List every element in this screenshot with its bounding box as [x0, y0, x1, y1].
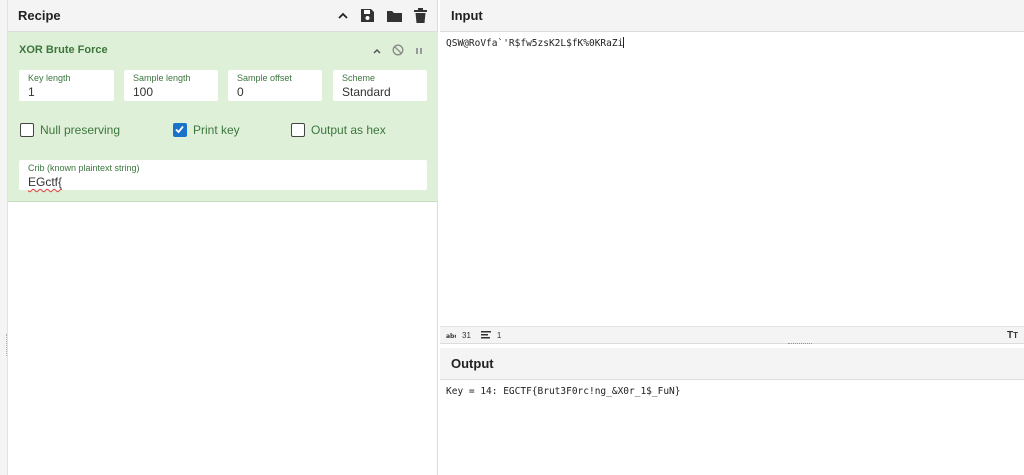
sample-offset-field[interactable]: Sample offset 0	[228, 70, 322, 101]
save-icon[interactable]	[360, 8, 375, 23]
print-key-box[interactable]	[173, 123, 187, 137]
key-length-label: Key length	[28, 73, 71, 83]
print-key-checkbox[interactable]: Print key	[173, 123, 240, 137]
scheme-label: Scheme	[342, 73, 376, 83]
input-header: Input	[440, 0, 1024, 32]
sample-length-value[interactable]: 100	[133, 84, 218, 100]
null-preserving-checkbox[interactable]: Null preserving	[20, 123, 120, 137]
char-count-stat: abc 31	[446, 331, 471, 340]
output-text: Key = 14: EGCTF{Brut3F0rc!ng_&X0r_1$_FuN…	[446, 386, 681, 397]
output-title: Output	[451, 356, 494, 371]
output-as-hex-box[interactable]	[291, 123, 305, 137]
key-length-value[interactable]: 1	[28, 84, 114, 100]
io-resize-handle[interactable]	[788, 343, 812, 344]
key-length-field[interactable]: Key length 1	[19, 70, 114, 101]
print-key-label: Print key	[193, 123, 240, 137]
sample-offset-value[interactable]: 0	[237, 84, 322, 100]
text-caret	[623, 37, 625, 48]
operation-title: XOR Brute Force	[19, 44, 108, 56]
collapse-operation-icon[interactable]	[372, 43, 382, 61]
line-count: 1	[496, 330, 502, 340]
recipe-pane: Recipe XOR Brute Force Key length 1 Samp…	[8, 0, 438, 475]
line-count-stat: 1	[480, 330, 502, 340]
input-status-bar: abc 31 1 TT	[440, 326, 1024, 344]
null-preserving-label: Null preserving	[40, 123, 121, 137]
disable-operation-icon[interactable]	[392, 43, 404, 61]
output-pane-header-wrap: Output	[440, 348, 1024, 380]
svg-text:abc: abc	[446, 333, 456, 339]
xor-brute-force-operation: XOR Brute Force Key length 1 Sample leng…	[8, 32, 438, 202]
recipe-header: Recipe	[8, 0, 437, 32]
crib-label: Crib (known plaintext string)	[28, 163, 140, 173]
input-textarea[interactable]: QSW@RoVfa`'R$fw5zsK2L$fK%0KRaZi	[440, 32, 1024, 326]
trash-icon[interactable]	[414, 8, 427, 23]
scheme-value[interactable]: Standard	[342, 84, 427, 100]
pause-operation-icon[interactable]	[414, 43, 424, 61]
output-as-hex-label: Output as hex	[311, 123, 386, 137]
input-text: QSW@RoVfa`'R$fw5zsK2L$fK%0KRaZi	[446, 38, 624, 49]
sample-offset-label: Sample offset	[237, 73, 292, 83]
char-count: 31	[462, 330, 471, 340]
chevron-up-icon[interactable]	[337, 10, 349, 22]
crib-field[interactable]: Crib (known plaintext string) EGctf{	[19, 160, 427, 190]
output-as-hex-checkbox[interactable]: Output as hex	[291, 123, 386, 137]
sample-length-field[interactable]: Sample length 100	[124, 70, 218, 101]
input-pane-header-wrap: Input	[440, 0, 1024, 32]
sample-length-label: Sample length	[133, 73, 191, 83]
line-count-icon	[480, 331, 491, 339]
scheme-select[interactable]: Scheme Standard	[333, 70, 427, 101]
left-gutter	[0, 0, 8, 475]
output-header: Output	[440, 348, 1024, 380]
input-title: Input	[451, 8, 483, 23]
recipe-title: Recipe	[18, 8, 61, 23]
character-count-icon: abc	[446, 333, 456, 339]
crib-value[interactable]: EGctf{	[28, 174, 427, 190]
left-resize-grip[interactable]	[6, 334, 7, 356]
folder-icon[interactable]	[386, 9, 403, 23]
output-textarea[interactable]: Key = 14: EGCTF{Brut3F0rc!ng_&X0r_1$_FuN…	[440, 380, 1024, 475]
font-size-icon[interactable]: TT	[1007, 330, 1018, 341]
null-preserving-box[interactable]	[20, 123, 34, 137]
